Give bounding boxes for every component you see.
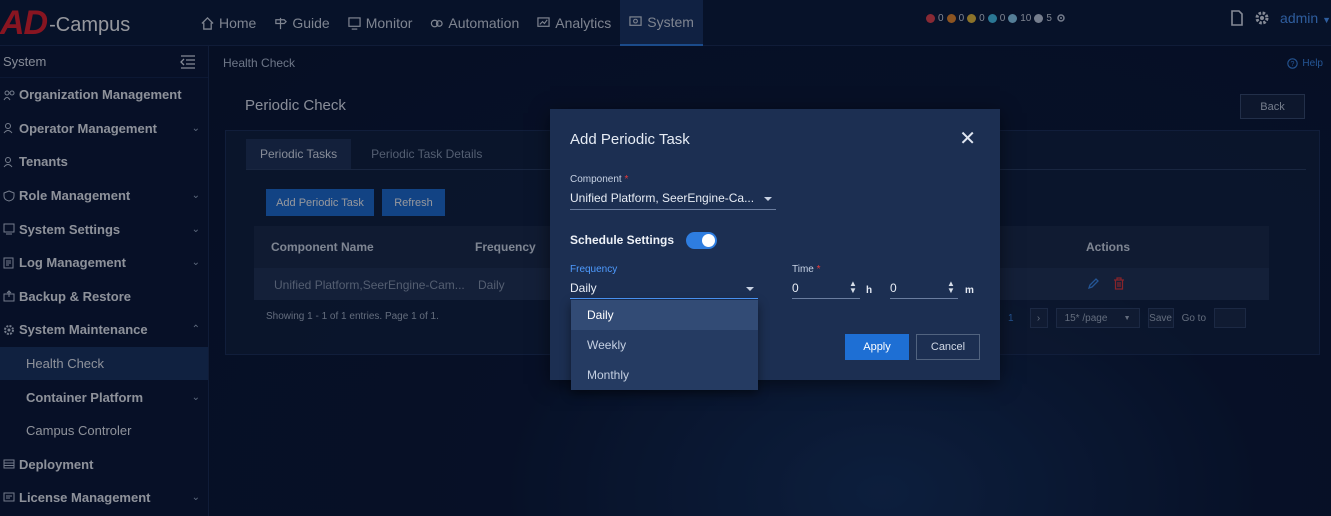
time-label: Time * [792,264,821,275]
hours-stepper[interactable]: ▲ ▼ [849,280,857,295]
required-marker: * [624,174,629,185]
cancel-button[interactable]: Cancel [916,334,980,360]
minutes-input[interactable]: 0 [890,281,897,295]
hours-input[interactable]: 0 [792,281,799,295]
hours-underline [792,298,860,299]
component-label: Component * [570,174,628,185]
minutes-underline [890,298,958,299]
frequency-option-weekly[interactable]: Weekly [571,330,758,360]
frequency-dropdown: Daily Weekly Monthly [571,300,758,390]
component-underline [570,209,776,210]
frequency-underline [570,298,758,299]
close-icon[interactable]: ✕ [959,129,976,149]
frequency-label: Frequency [570,264,618,275]
time-label-text: Time [792,264,814,275]
minutes-stepper[interactable]: ▲ ▼ [947,280,955,295]
schedule-toggle[interactable] [686,232,717,249]
frequency-select[interactable]: Daily [570,281,597,295]
chevron-down-icon [746,287,754,291]
hours-unit: h [866,285,873,296]
stepper-down-icon: ▼ [947,286,955,295]
required-marker: * [816,264,821,275]
component-label-text: Component [570,174,622,185]
frequency-option-monthly[interactable]: Monthly [571,360,758,390]
minutes-unit: m [965,285,974,296]
component-select[interactable]: Unified Platform, SeerEngine-Ca... [570,191,754,205]
schedule-settings-label: Schedule Settings [570,233,675,247]
frequency-option-daily[interactable]: Daily [571,300,758,330]
chevron-down-icon [764,197,772,201]
stepper-down-icon: ▼ [849,286,857,295]
dialog-title: Add Periodic Task [570,131,690,148]
apply-button[interactable]: Apply [845,334,909,360]
